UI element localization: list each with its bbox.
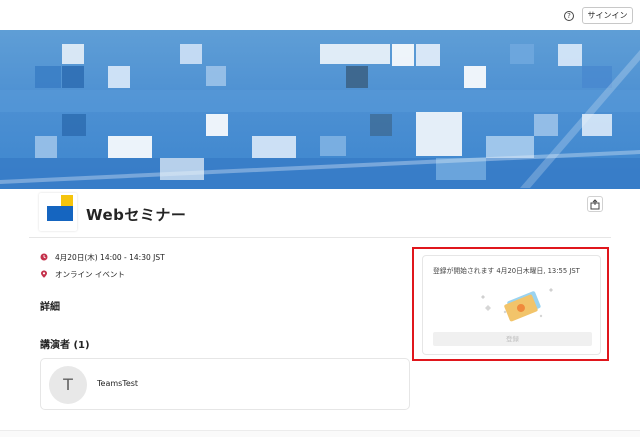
event-datetime: 4月20日(木) 14:00 - 14:30 JST	[55, 253, 165, 262]
help-icon[interactable]: ?	[564, 11, 574, 21]
location-pin-icon	[41, 270, 47, 278]
event-location: オンライン イベント	[55, 270, 125, 279]
speakers-heading: 講演者 (1)	[40, 340, 90, 351]
signin-button[interactable]: サインイン	[582, 7, 633, 24]
event-logo	[39, 193, 77, 231]
banner-mosaic	[0, 44, 640, 189]
event-banner	[0, 30, 640, 189]
highlight-box	[412, 247, 609, 361]
event-title: Webセミナー	[86, 206, 187, 224]
share-icon[interactable]	[587, 196, 603, 212]
speaker-card[interactable]: T TeamsTest	[40, 358, 410, 410]
event-datetime-row: 4月20日(木) 14:00 - 14:30 JST	[40, 252, 165, 263]
clock-icon	[40, 253, 48, 261]
avatar: T	[49, 366, 87, 404]
details-heading: 詳細	[40, 302, 60, 313]
header-divider	[29, 237, 611, 238]
speaker-name: TeamsTest	[97, 379, 139, 388]
top-bar: ? サインイン	[0, 0, 640, 30]
event-location-row: オンライン イベント	[40, 269, 125, 280]
footer-edge	[0, 430, 640, 437]
